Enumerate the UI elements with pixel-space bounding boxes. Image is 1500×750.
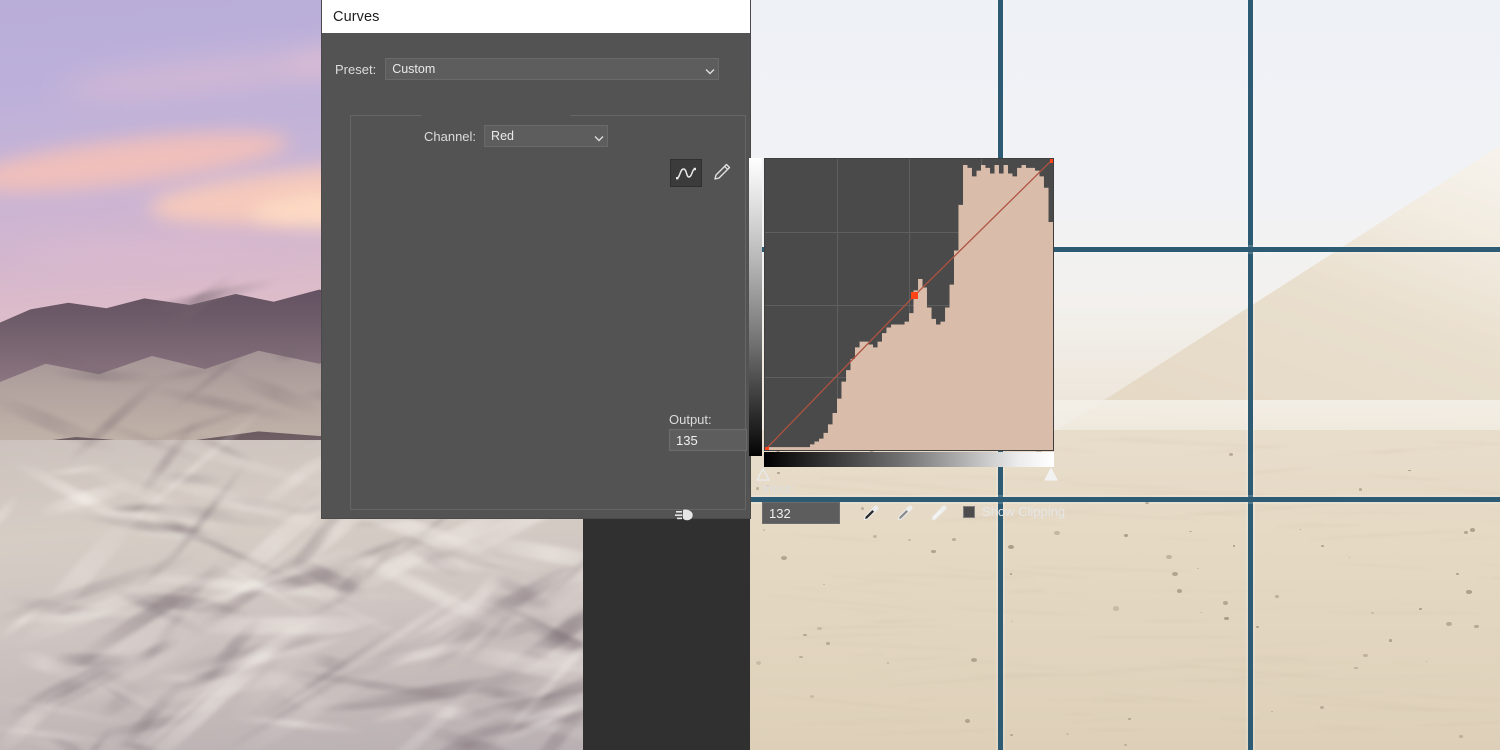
curve-adjust-tool-button[interactable]	[670, 159, 702, 187]
cloud	[10, 240, 270, 262]
channel-value: Red	[491, 129, 514, 143]
on-image-adjustment-button[interactable]	[673, 504, 699, 526]
preset-label: Preset:	[335, 61, 377, 77]
eyedropper-icon	[931, 505, 947, 521]
sand-speck	[1459, 735, 1463, 738]
workspace-background	[583, 518, 750, 750]
sand-speck	[1358, 488, 1363, 491]
preset-select[interactable]: Custom	[385, 58, 720, 80]
sand-speck	[799, 655, 803, 659]
channel-select[interactable]: Red	[484, 125, 609, 147]
channel-label: Channel:	[424, 128, 477, 144]
pencil-tool-button[interactable]	[707, 159, 737, 185]
sand-speck	[1348, 556, 1351, 558]
tone-curve-line[interactable]	[765, 159, 1053, 450]
dialog-title: Curves	[333, 8, 380, 25]
sand-ripple	[1287, 521, 1327, 524]
sand-speck	[886, 662, 889, 664]
output-gradient-strip	[749, 158, 762, 456]
sand-speck	[1166, 554, 1172, 559]
input-field[interactable]: 132	[762, 502, 840, 524]
curve-black-point[interactable]	[765, 446, 769, 450]
set-black-point-eyedropper[interactable]	[860, 502, 882, 524]
sand-speck	[1466, 590, 1472, 594]
preset-value: Custom	[392, 62, 436, 76]
sand-speck	[1127, 718, 1131, 721]
show-clipping-label: Show Clipping	[982, 504, 1066, 519]
dialog-body: Preset: Custom Channel: Red Output: 135 …	[322, 33, 1065, 524]
sand-speck	[826, 641, 831, 645]
sand-speck	[823, 583, 825, 585]
sand-speck	[755, 487, 760, 490]
show-clipping-row[interactable]: Show Clipping	[963, 504, 1065, 519]
sand-speck	[1123, 533, 1129, 537]
set-gray-point-eyedropper[interactable]	[894, 502, 916, 524]
sand-speck	[810, 694, 815, 698]
input-label: Input:	[762, 481, 795, 496]
triangle-filled-icon	[1044, 467, 1058, 481]
sand-speck	[1113, 606, 1119, 611]
sand-speck	[1123, 744, 1127, 747]
grid-line-vertical[interactable]	[1248, 0, 1253, 750]
channel-row: Channel: Red	[424, 125, 609, 147]
sand-speck	[1256, 626, 1259, 628]
sand-speck	[872, 534, 878, 538]
sand-speck	[952, 538, 956, 541]
on-image-adjustment-icon	[675, 509, 693, 521]
chevron-down-icon	[705, 66, 715, 75]
preset-row: Preset: Custom	[335, 58, 735, 80]
white-point-slider-handle[interactable]	[1044, 467, 1058, 481]
sand-speck	[1008, 545, 1014, 550]
curves-dialog[interactable]: Curves Preset: Custom Channel: Red Outpu…	[322, 0, 1065, 524]
set-white-point-eyedropper[interactable]	[928, 502, 950, 524]
output-field[interactable]: 135	[669, 429, 747, 451]
eyedropper-icon	[897, 505, 913, 521]
app-window: Curves Preset: Custom Channel: Red Outpu…	[0, 0, 1500, 750]
output-label: Output:	[669, 412, 712, 427]
sand-speck	[1362, 653, 1368, 658]
sand-speck	[1446, 621, 1452, 626]
black-point-slider-handle[interactable]	[756, 467, 770, 481]
sand-speck	[1274, 594, 1279, 598]
input-value: 132	[769, 505, 791, 521]
curve-control-point[interactable]	[910, 292, 918, 300]
dialog-title-bar[interactable]: Curves	[322, 0, 750, 33]
eyedropper-icon	[863, 505, 879, 521]
show-clipping-checkbox[interactable]	[963, 505, 975, 518]
pencil-icon	[714, 163, 731, 180]
sand-speck	[908, 538, 912, 541]
sand-speck	[777, 472, 780, 474]
sand-speck	[1053, 530, 1060, 535]
curve-white-point[interactable]	[1049, 159, 1053, 163]
sand-speck	[1419, 608, 1422, 610]
sand-speck	[970, 657, 977, 662]
triangle-outline-icon	[756, 467, 770, 481]
curves-graph[interactable]	[764, 158, 1054, 451]
output-value: 135	[676, 432, 698, 448]
curve-adjust-icon	[676, 167, 696, 180]
input-gradient-strip	[764, 452, 1054, 467]
sand-speck	[1464, 530, 1469, 534]
sand-speck	[802, 633, 807, 637]
sand-speck	[1408, 469, 1411, 472]
chevron-down-icon	[594, 133, 604, 142]
sand-speck	[1319, 705, 1325, 709]
